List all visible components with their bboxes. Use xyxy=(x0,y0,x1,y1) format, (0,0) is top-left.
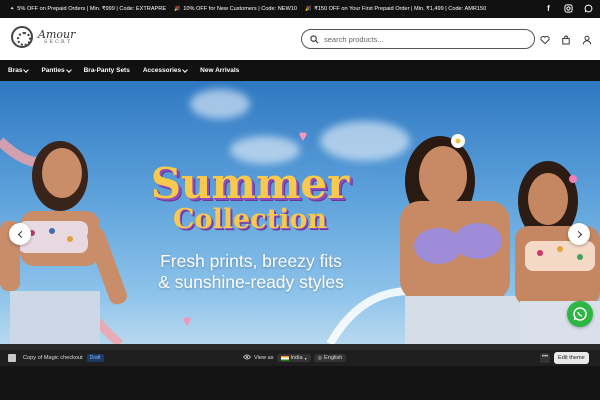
header-icons xyxy=(540,32,592,45)
chevron-down-icon xyxy=(23,66,30,73)
nav-item-bras[interactable]: Bras xyxy=(8,66,30,74)
nav-label: Panties xyxy=(41,67,65,74)
carousel-prev-button[interactable] xyxy=(9,223,31,245)
heart-icon[interactable] xyxy=(540,32,550,45)
view-as-controls: View as India ▾ ◎ English xyxy=(242,354,347,362)
hero-title: Summer Collection xyxy=(150,163,350,235)
search-box[interactable] xyxy=(301,29,535,49)
whatsapp-icon[interactable] xyxy=(583,3,594,14)
more-options-button[interactable]: ••• xyxy=(540,353,550,363)
nav-label: Bra-Panty Sets xyxy=(83,67,130,74)
store-name: Copy of Magic checkout xyxy=(23,355,83,361)
search-input[interactable] xyxy=(324,34,524,44)
india-flag-icon xyxy=(280,355,289,361)
nav-item-accessories[interactable]: Accessories xyxy=(142,66,188,74)
sparkle-icon: ✦ xyxy=(10,6,15,12)
nav-label: Accessories xyxy=(142,67,182,74)
logo-line2: SECRT xyxy=(44,39,72,45)
page-footer-area xyxy=(0,366,600,400)
language-value: English xyxy=(324,355,343,361)
site-header: Amour SECRT xyxy=(0,18,600,60)
view-as-label: View as xyxy=(254,355,274,361)
logo-text: Amour SECRT xyxy=(38,29,75,45)
offer-1: ✦ 5% OFF on Prepaid Orders | Min. ₹999 |… xyxy=(10,6,166,12)
theme-preview-bar: Copy of Magic checkout Draft View as Ind… xyxy=(0,350,600,366)
edit-theme-button[interactable]: Edit theme xyxy=(554,352,589,364)
shopify-bag-icon xyxy=(8,354,16,362)
offer-text: 5% OFF on Prepaid Orders | Min. ₹999 | C… xyxy=(17,6,167,12)
hero-banner[interactable]: Summer Collection Fresh prints, breezy f… xyxy=(0,81,600,344)
page: ✦ 5% OFF on Prepaid Orders | Min. ₹999 |… xyxy=(0,0,600,400)
language-select[interactable]: ◎ English xyxy=(313,354,347,362)
user-icon[interactable] xyxy=(582,32,592,45)
nav-label: New Arrivals xyxy=(200,67,240,74)
offer-2: 🎉 10% OFF for New Customers | Code: NEW1… xyxy=(174,6,297,12)
offer-text: 10% OFF for New Customers | Code: NEW10 xyxy=(183,6,297,12)
facebook-icon[interactable]: f xyxy=(543,3,554,14)
chevron-down-icon xyxy=(65,66,72,73)
country-value: India xyxy=(290,355,303,361)
announcement-bar: ✦ 5% OFF on Prepaid Orders | Min. ₹999 |… xyxy=(0,0,600,18)
offer-text: ₹150 OFF on Your First Prepaid Order | M… xyxy=(314,6,487,12)
chevron-down-icon: ▾ xyxy=(304,355,307,361)
whatsapp-icon xyxy=(573,307,587,321)
instagram-icon[interactable] xyxy=(563,3,574,14)
country-select[interactable]: India ▾ xyxy=(276,354,311,362)
nav-item-new-arrivals[interactable]: New Arrivals xyxy=(200,67,239,74)
cart-icon[interactable] xyxy=(561,32,571,45)
chevron-right-icon xyxy=(574,230,582,238)
hero-subtitle: Fresh prints, breezy fits & sunshine-rea… xyxy=(140,251,362,293)
hero-title-line1: Summer xyxy=(150,159,350,208)
hero-title-line2: Collection xyxy=(173,204,327,235)
chevron-left-icon xyxy=(17,230,25,238)
eye-icon xyxy=(242,354,252,362)
main-nav: Bras Panties Bra-Panty Sets Accessories … xyxy=(0,60,600,81)
carousel-next-button[interactable] xyxy=(568,223,590,245)
offer-3: 🎉 ₹150 OFF on Your First Prepaid Order |… xyxy=(305,6,486,12)
hero-subtitle-line2: & sunshine-ready styles xyxy=(158,272,344,292)
hero-subtitle-line1: Fresh prints, breezy fits xyxy=(160,251,342,271)
nav-item-panties[interactable]: Panties xyxy=(41,66,72,74)
social-links: f xyxy=(543,3,594,14)
whatsapp-chat-button[interactable] xyxy=(567,301,593,327)
party-icon: 🎉 xyxy=(174,6,181,12)
search-icon xyxy=(310,34,319,43)
nav-label: Bras xyxy=(8,67,23,74)
party-icon: 🎉 xyxy=(304,6,312,12)
chevron-down-icon xyxy=(182,66,188,73)
brand-logo[interactable]: Amour SECRT xyxy=(11,26,75,48)
status-badge: Draft xyxy=(86,354,104,362)
nav-item-bra-panty-sets[interactable]: Bra-Panty Sets xyxy=(84,67,130,74)
logo-mark-icon xyxy=(11,26,33,48)
translate-icon: ◎ xyxy=(317,355,323,361)
